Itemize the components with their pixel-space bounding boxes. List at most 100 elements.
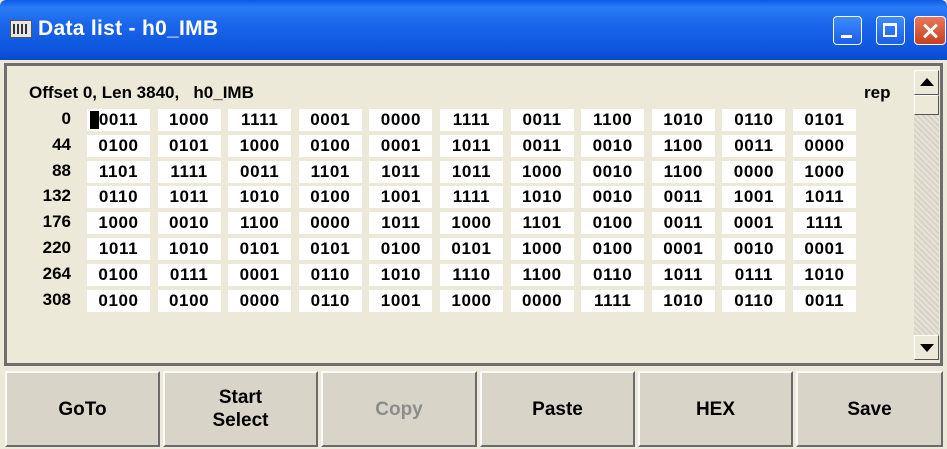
start-select-button[interactable]: Start Select	[163, 371, 318, 447]
data-cell[interactable]: 0101	[228, 238, 292, 260]
data-cell[interactable]: 0110	[581, 263, 645, 286]
data-cell[interactable]: 0000	[298, 212, 362, 235]
data-cell[interactable]: 1000	[440, 212, 503, 235]
data-cell[interactable]: 0011	[722, 134, 786, 157]
data-cell[interactable]: 1111	[228, 109, 292, 131]
data-cell[interactable]: 1100	[581, 109, 645, 131]
data-cell[interactable]: 1010	[651, 109, 715, 131]
data-cell[interactable]: 1010	[228, 186, 292, 209]
data-cell[interactable]: 1011	[369, 212, 433, 235]
data-cell[interactable]: 0010	[157, 212, 221, 235]
data-cell[interactable]: 0010	[581, 186, 645, 209]
data-cell[interactable]: 0100	[369, 238, 433, 260]
paste-button[interactable]: Paste	[480, 371, 635, 447]
data-cell[interactable]: 1100	[228, 212, 292, 235]
data-cell[interactable]: 1111	[440, 109, 503, 131]
close-button[interactable]	[914, 16, 946, 45]
data-cell[interactable]: 0000	[793, 134, 856, 157]
goto-button[interactable]: GoTo	[5, 371, 160, 447]
data-cell[interactable]: 0100	[87, 289, 150, 312]
data-cell[interactable]: 0000	[228, 289, 292, 312]
data-cell[interactable]: 1001	[369, 186, 433, 209]
data-cell[interactable]: 1010	[793, 263, 856, 286]
data-cell[interactable]: 1010	[369, 263, 433, 286]
data-cell[interactable]: 0011	[793, 289, 856, 312]
data-cell[interactable]: 0000	[369, 109, 433, 131]
data-cell[interactable]: 0111	[157, 263, 221, 286]
data-cell[interactable]: 1100	[651, 134, 715, 157]
data-cell[interactable]: 1010	[651, 289, 715, 312]
data-cell[interactable]: 1011	[440, 134, 503, 157]
data-cell[interactable]: 1110	[440, 263, 503, 286]
data-cell[interactable]: 0001	[651, 238, 715, 260]
data-cell[interactable]: 0011	[651, 212, 715, 235]
data-cell[interactable]: 0011	[228, 160, 292, 183]
data-cell[interactable]: 1011	[793, 186, 856, 209]
data-cell[interactable]: 0101	[157, 134, 221, 157]
title-bar[interactable]: Data list - h0_IMB	[0, 0, 947, 60]
data-cell[interactable]: 1000	[440, 289, 503, 312]
data-cell[interactable]: 0001	[793, 238, 856, 260]
data-cell[interactable]: 1111	[581, 289, 645, 312]
data-cell[interactable]: 1010	[510, 186, 574, 209]
data-cell[interactable]: 0001	[369, 134, 433, 157]
data-cell[interactable]: 1000	[510, 238, 574, 260]
data-cell[interactable]: 0101	[793, 109, 856, 131]
scroll-down-button[interactable]	[914, 335, 939, 360]
data-cell[interactable]: 0000	[510, 289, 574, 312]
hex-button[interactable]: HEX	[638, 371, 793, 447]
data-cell[interactable]: 0010	[722, 238, 786, 260]
data-cell[interactable]: 0110	[298, 263, 362, 286]
data-cell[interactable]: 1011	[157, 186, 221, 209]
data-cell[interactable]: 1111	[157, 160, 221, 183]
data-cell[interactable]: 1101	[298, 160, 362, 183]
data-cell[interactable]: 1100	[510, 263, 574, 286]
data-cell[interactable]: 0001	[298, 109, 362, 131]
data-editor[interactable]: Offset 0, Len 3840, h0_IMB rep 0 0011 1000…	[4, 63, 943, 366]
data-cell[interactable]: 0101	[440, 238, 503, 260]
data-cell[interactable]: 1101	[510, 212, 574, 235]
data-cell[interactable]: 0010	[581, 134, 645, 157]
data-cell[interactable]: 1000	[87, 212, 150, 235]
data-cell[interactable]: 1000	[793, 160, 856, 183]
data-cell[interactable]: 1100	[651, 160, 715, 183]
save-button[interactable]: Save	[796, 371, 943, 447]
data-cell[interactable]: 1000	[157, 109, 221, 131]
data-cell[interactable]: 0100	[87, 263, 150, 286]
data-cell[interactable]: 1011	[87, 238, 150, 260]
data-cell[interactable]: 0100	[581, 238, 645, 260]
data-cell[interactable]: 0011	[87, 109, 150, 131]
data-cell[interactable]: 0100	[581, 212, 645, 235]
data-cell[interactable]: 1000	[510, 160, 574, 183]
data-cell[interactable]: 0100	[298, 134, 362, 157]
data-cell[interactable]: 1000	[228, 134, 292, 157]
data-cell[interactable]: 0110	[722, 289, 786, 312]
maximize-button[interactable]	[876, 16, 905, 45]
data-cell[interactable]: 0100	[298, 186, 362, 209]
scroll-thumb[interactable]	[914, 95, 939, 115]
data-cell[interactable]: 1011	[651, 263, 715, 286]
data-cell[interactable]: 1001	[369, 289, 433, 312]
data-cell[interactable]: 0001	[228, 263, 292, 286]
vertical-scrollbar[interactable]	[914, 70, 939, 360]
scroll-up-button[interactable]	[914, 70, 939, 95]
data-cell[interactable]: 0000	[722, 160, 786, 183]
data-cell[interactable]: 0011	[510, 109, 574, 131]
data-cell[interactable]: 0100	[87, 134, 150, 157]
data-cell[interactable]: 0110	[722, 109, 786, 131]
data-cell[interactable]: 0101	[298, 238, 362, 260]
data-cell[interactable]: 0011	[651, 186, 715, 209]
data-cell[interactable]: 0011	[510, 134, 574, 157]
data-cell[interactable]: 1101	[87, 160, 150, 183]
data-cell[interactable]: 0100	[157, 289, 221, 312]
data-cell[interactable]: 1010	[157, 238, 221, 260]
data-cell[interactable]: 0010	[581, 160, 645, 183]
minimize-button[interactable]	[833, 16, 862, 45]
data-cell[interactable]: 1111	[793, 212, 856, 235]
data-cell[interactable]: 1001	[722, 186, 786, 209]
data-cell[interactable]: 0110	[298, 289, 362, 312]
copy-button[interactable]: Copy	[321, 371, 477, 447]
data-cell[interactable]: 1111	[440, 186, 503, 209]
data-cell[interactable]: 0110	[87, 186, 150, 209]
data-cell[interactable]: 0001	[722, 212, 786, 235]
